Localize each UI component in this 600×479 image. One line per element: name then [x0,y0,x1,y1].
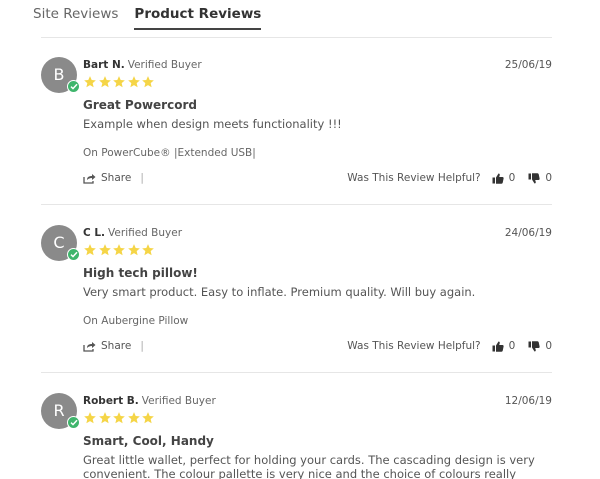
verified-check-icon [67,80,80,93]
author-line: Robert B. Verified Buyer [83,395,216,408]
star-rating [83,75,156,89]
review-tabs: Site Reviews Product Reviews [33,6,277,30]
share-icon [83,341,96,352]
review-date: 25/06/19 [504,59,552,71]
author-name: C L. [83,227,106,239]
review-date: 12/06/19 [504,395,552,407]
author-line: C L. Verified Buyer [83,227,182,240]
verified-check-icon [67,248,80,261]
star-icon [84,244,96,256]
star-icon [113,412,125,424]
star-icon [98,412,111,424]
review-title: High tech pillow! [83,266,198,280]
review-date: 24/06/19 [504,227,552,239]
author-name: Bart N. [83,59,125,71]
star-icon [98,76,111,88]
product-name: On PowerCube® |Extended USB| [83,147,256,159]
star-icon [127,244,140,256]
tab-product-reviews[interactable]: Product Reviews [134,6,262,30]
thumbs-down-count: 0 [545,340,552,352]
helpful-section: Was This Review Helpful? 0 0 [347,340,552,352]
review-body: Example when design meets functionality … [83,117,342,131]
share-button[interactable]: Share | [83,340,144,352]
star-rating [83,243,156,257]
separator: | [140,340,144,352]
share-label: Share [101,340,132,352]
star-icon [84,76,96,88]
review-card: B Bart N. Verified Buyer 25/06/19 Great P… [41,57,552,192]
helpful-label: Was This Review Helpful? [347,340,481,352]
star-icon [98,244,111,256]
review-title: Smart, Cool, Handy [83,434,214,448]
share-label: Share [101,172,132,184]
thumbs-up-icon [492,173,504,184]
star-icon [142,412,154,424]
star-icon [113,244,125,256]
review-body: Very smart product. Easy to inflate. Pre… [83,285,476,299]
star-icon [127,412,140,424]
divider [41,204,552,205]
thumbs-down-button[interactable]: 0 [528,340,552,352]
star-icon [142,244,154,256]
helpful-label: Was This Review Helpful? [347,172,481,184]
thumbs-up-count: 0 [508,172,516,184]
author-name: Robert B. [83,395,139,407]
product-name: On Aubergine Pillow [83,315,189,327]
verified-check-icon [67,416,80,429]
star-rating [83,411,156,425]
share-button[interactable]: Share | [83,172,144,184]
thumbs-up-button[interactable]: 0 [492,340,516,352]
share-icon [83,173,96,184]
thumbs-down-button[interactable]: 0 [528,172,552,184]
star-icon [142,76,154,88]
thumbs-up-button[interactable]: 0 [492,172,516,184]
tab-site-reviews[interactable]: Site Reviews [33,6,118,30]
star-icon [127,76,140,88]
verified-buyer-label: Verified Buyer [108,227,183,239]
thumbs-down-count: 0 [545,172,552,184]
thumbs-up-icon [492,341,504,352]
separator: | [140,172,144,184]
author-line: Bart N. Verified Buyer [83,59,202,72]
review-title: Great Powercord [83,98,197,112]
thumbs-down-icon [528,172,540,183]
review-body: Great little wallet, perfect for holding… [83,453,535,479]
divider [41,37,552,38]
divider [41,372,552,373]
helpful-section: Was This Review Helpful? 0 0 [347,172,552,184]
thumbs-up-count: 0 [508,340,516,352]
review-card: C C L. Verified Buyer 24/06/19 High tech … [41,225,552,360]
review-actions: Share | Was This Review Helpful? 0 0 [83,340,552,354]
review-card: R Robert B. Verified Buyer 12/06/19 Smart… [41,393,552,479]
thumbs-down-icon [528,340,540,351]
verified-buyer-label: Verified Buyer [141,395,216,407]
star-icon [84,412,96,424]
star-icon [113,76,125,88]
review-actions: Share | Was This Review Helpful? 0 0 [83,172,552,186]
verified-buyer-label: Verified Buyer [127,59,202,71]
